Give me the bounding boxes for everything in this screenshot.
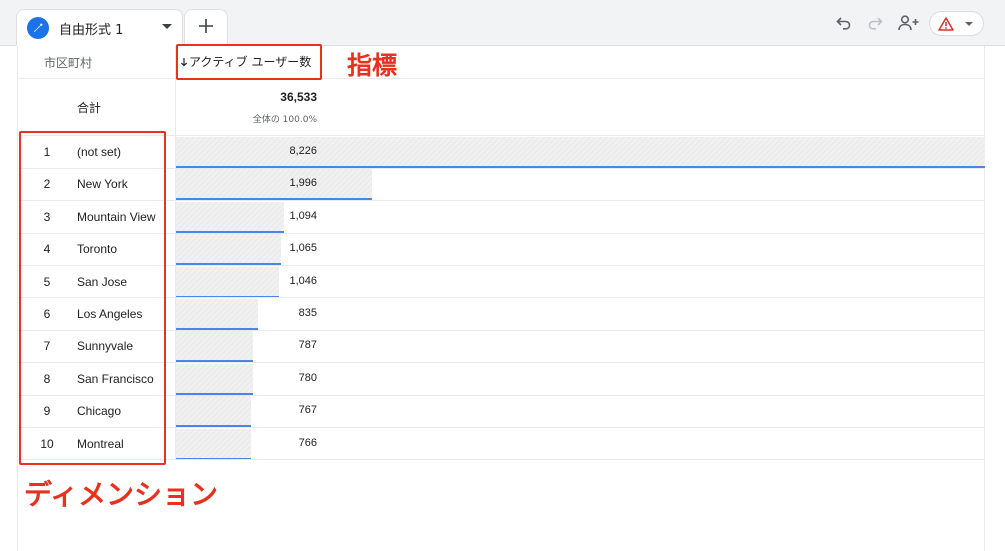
- plus-icon: [198, 18, 214, 39]
- value-bar: [176, 201, 284, 233]
- row-value: 1,065: [289, 242, 317, 255]
- redo-button[interactable]: [864, 12, 886, 34]
- row-value: 767: [298, 404, 317, 417]
- header-divider: [17, 78, 985, 79]
- row-value: 1,094: [289, 209, 317, 222]
- value-bar: [176, 428, 251, 460]
- share-user-icon: [898, 15, 919, 31]
- total-label: 合計: [77, 101, 102, 115]
- row-value: 835: [298, 307, 317, 319]
- share-user-button[interactable]: [896, 12, 922, 34]
- row-value: 766: [298, 436, 317, 449]
- row-value: 1,996: [289, 177, 317, 190]
- add-tab-button[interactable]: [184, 9, 228, 46]
- undo-button[interactable]: [833, 12, 855, 34]
- value-bar: [176, 234, 281, 266]
- value-bar: [176, 396, 251, 428]
- dimension-annotation-label: ディメンション: [24, 478, 219, 511]
- value-bar: [176, 363, 253, 395]
- value-bar: [176, 266, 279, 298]
- row-value: 780: [298, 371, 317, 384]
- dimension-annotation-box: [19, 131, 166, 465]
- value-bar: [176, 299, 258, 330]
- chevron-down-icon: [965, 22, 973, 26]
- dimension-header[interactable]: 市区町村: [44, 54, 92, 71]
- row-value: 787: [298, 339, 317, 352]
- row-value: 8,226: [289, 145, 317, 157]
- redo-icon: [868, 17, 883, 30]
- metric-annotation-box: [176, 44, 322, 80]
- undo-icon: [836, 17, 851, 30]
- metric-annotation-label: 指標: [347, 51, 398, 80]
- tab-label: 自由形式 1: [59, 22, 124, 38]
- pencil-icon: [27, 17, 49, 39]
- value-bar: [176, 169, 372, 201]
- row-value: 1,046: [289, 274, 317, 287]
- top-bar: 自由形式 1: [0, 0, 1005, 46]
- value-bar: [176, 331, 253, 363]
- tab-freeform-1[interactable]: 自由形式 1: [16, 9, 183, 46]
- tab-menu-chevron-icon[interactable]: [162, 24, 172, 29]
- warning-icon: [938, 16, 954, 31]
- total-value: 36,533: [280, 90, 317, 104]
- total-percent: 全体の 100.0%: [252, 115, 317, 125]
- warning-menu-button[interactable]: [929, 11, 984, 36]
